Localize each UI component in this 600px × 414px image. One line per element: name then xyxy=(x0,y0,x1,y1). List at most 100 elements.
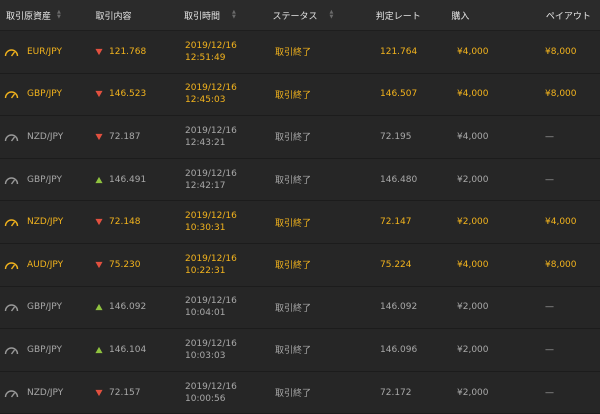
table-header: 取引原資産 ▲ ▼ 取引内容 取引時間 ▲ ▼ ステータス ▲ ▼ 判定レート 購入 … xyxy=(0,0,600,31)
arrow-down-icon xyxy=(95,91,103,98)
trade-date: 2019/12/16 xyxy=(185,83,237,94)
arrow-down-icon xyxy=(95,389,103,396)
asset-name: GBP/JPY xyxy=(27,302,62,313)
column-header-rate[interactable]: 判定レート xyxy=(376,9,452,22)
judge-rate-cell: 146.480 xyxy=(380,174,418,185)
column-header-buy[interactable]: 購入 xyxy=(451,9,538,22)
table-row[interactable]: NZD/JPY 72.157 2019/12/16 10:00:56 取引終了 72.17… xyxy=(0,372,600,414)
trade-date: 2019/12/16 xyxy=(185,211,237,222)
table-row[interactable]: AUD/JPY 75.230 2019/12/16 10:22:31 取引終了 75.22… xyxy=(0,244,600,287)
asset-cell: GBP/JPY xyxy=(0,89,95,99)
judge-rate-cell: 146.096 xyxy=(380,344,418,355)
price-cell: 146.104 xyxy=(95,345,185,355)
status-cell: 取引終了 xyxy=(275,346,312,357)
purchase-cell: ¥2,000 xyxy=(457,302,489,313)
asset-cell: AUD/JPY xyxy=(0,260,95,270)
payout-cell: ¥4,000 xyxy=(545,217,577,228)
sort-icon[interactable]: ▲ ▼ xyxy=(232,10,236,20)
arrow-up-icon xyxy=(95,346,103,354)
price-cell: 72.148 xyxy=(95,217,185,227)
entry-price: 146.491 xyxy=(109,174,147,185)
table-row[interactable]: GBP/JPY 146.523 2019/12/16 12:45:03 取引終了 146.… xyxy=(0,74,600,117)
purchase-cell: ¥2,000 xyxy=(457,174,489,185)
status-cell: 取引終了 xyxy=(275,90,312,101)
asset-cell: NZD/JPY xyxy=(0,132,95,142)
column-header-payout-label: ペイアウト xyxy=(545,11,591,22)
judge-rate-cell: 72.172 xyxy=(380,387,412,398)
purchase-cell: ¥4,000 xyxy=(457,89,489,100)
sort-icon[interactable]: ▲ ▼ xyxy=(57,10,61,20)
price-cell: 72.187 xyxy=(95,132,185,142)
payout-cell: — xyxy=(545,174,554,185)
entry-price: 72.187 xyxy=(109,131,141,142)
judge-rate-cell: 72.195 xyxy=(380,131,412,142)
purchase-cell: ¥4,000 xyxy=(457,46,489,57)
time-cell: 2019/12/16 12:51:49 xyxy=(185,40,275,64)
column-header-payout[interactable]: ペイアウト xyxy=(538,9,600,22)
time-cell: 2019/12/16 10:22:31 xyxy=(185,253,275,277)
asset-name: GBP/JPY xyxy=(27,174,62,185)
price-cell: 121.768 xyxy=(95,47,185,57)
gauge-icon xyxy=(4,176,19,184)
arrow-down-icon xyxy=(95,219,103,226)
trade-clock: 12:42:17 xyxy=(185,180,226,191)
table-row[interactable]: EUR/JPY 121.768 2019/12/16 12:51:49 取引終了 121.… xyxy=(0,31,600,74)
table-row[interactable]: GBP/JPY 146.491 2019/12/16 12:42:17 取引終了 146.… xyxy=(0,159,600,202)
trade-date: 2019/12/16 xyxy=(185,125,237,136)
gauge-icon xyxy=(4,219,19,227)
column-header-time[interactable]: 取引時間 ▲ ▼ xyxy=(184,9,272,22)
entry-price: 121.768 xyxy=(109,46,147,57)
arrow-up-icon xyxy=(95,304,103,311)
judge-rate-cell: 72.147 xyxy=(380,217,412,228)
time-cell: 2019/12/16 12:43:21 xyxy=(185,125,275,149)
gauge-icon xyxy=(4,347,19,355)
trade-date: 2019/12/16 xyxy=(185,168,237,179)
asset-cell: NZD/JPY xyxy=(0,388,95,398)
trade-date: 2019/12/16 xyxy=(185,381,237,392)
payout-cell: — xyxy=(545,387,554,398)
table-row[interactable]: GBP/JPY 146.104 2019/12/16 10:03:03 取引終了 146.… xyxy=(0,329,600,372)
entry-price: 75.230 xyxy=(109,259,141,270)
trade-clock: 12:51:49 xyxy=(185,52,226,63)
arrow-down-icon xyxy=(95,48,103,55)
trade-date: 2019/12/16 xyxy=(185,296,237,307)
price-cell: 146.523 xyxy=(95,89,185,99)
asset-cell: NZD/JPY xyxy=(0,217,95,227)
status-cell: 取引終了 xyxy=(275,303,312,314)
trade-clock: 12:43:21 xyxy=(185,137,226,148)
time-cell: 2019/12/16 10:00:56 xyxy=(185,381,275,405)
asset-name: NZD/JPY xyxy=(27,131,64,142)
trade-date: 2019/12/16 xyxy=(185,338,237,349)
column-header-rate-label: 判定レート xyxy=(375,11,421,22)
trade-date: 2019/12/16 xyxy=(185,40,237,51)
trade-clock: 10:00:56 xyxy=(185,393,226,404)
purchase-cell: ¥4,000 xyxy=(457,131,489,142)
time-cell: 2019/12/16 12:42:17 xyxy=(185,168,275,192)
time-cell: 2019/12/16 10:30:31 xyxy=(185,210,275,234)
sort-icon[interactable]: ▲ ▼ xyxy=(329,10,333,20)
asset-name: NZD/JPY xyxy=(27,217,64,228)
payout-cell: ¥8,000 xyxy=(545,259,577,270)
price-cell: 146.092 xyxy=(95,302,185,312)
column-header-status[interactable]: ステータス ▲ ▼ xyxy=(272,9,375,22)
payout-cell: — xyxy=(545,344,554,355)
time-cell: 2019/12/16 10:04:01 xyxy=(185,295,275,319)
asset-name: AUD/JPY xyxy=(27,259,64,270)
column-header-asset[interactable]: 取引原資産 ▲ ▼ xyxy=(0,9,94,22)
entry-price: 72.148 xyxy=(109,217,141,228)
trade-clock: 10:30:31 xyxy=(185,223,226,234)
entry-price: 146.523 xyxy=(109,89,147,100)
asset-cell: GBP/JPY xyxy=(0,345,95,355)
column-header-price[interactable]: 取引内容 xyxy=(94,9,184,22)
status-cell: 取引終了 xyxy=(275,133,312,144)
table-row[interactable]: NZD/JPY 72.148 2019/12/16 10:30:31 取引終了 72.14… xyxy=(0,201,600,244)
payout-cell: ¥8,000 xyxy=(545,89,577,100)
price-cell: 146.491 xyxy=(95,175,185,185)
price-cell: 72.157 xyxy=(95,388,185,398)
judge-rate-cell: 121.764 xyxy=(380,46,418,57)
table-row[interactable]: NZD/JPY 72.187 2019/12/16 12:43:21 取引終了 72.19… xyxy=(0,116,600,159)
table-row[interactable]: GBP/JPY 146.092 2019/12/16 10:04:01 取引終了 146.… xyxy=(0,287,600,330)
gauge-icon xyxy=(4,49,19,57)
purchase-cell: ¥4,000 xyxy=(457,259,489,270)
asset-cell: EUR/JPY xyxy=(0,47,95,57)
